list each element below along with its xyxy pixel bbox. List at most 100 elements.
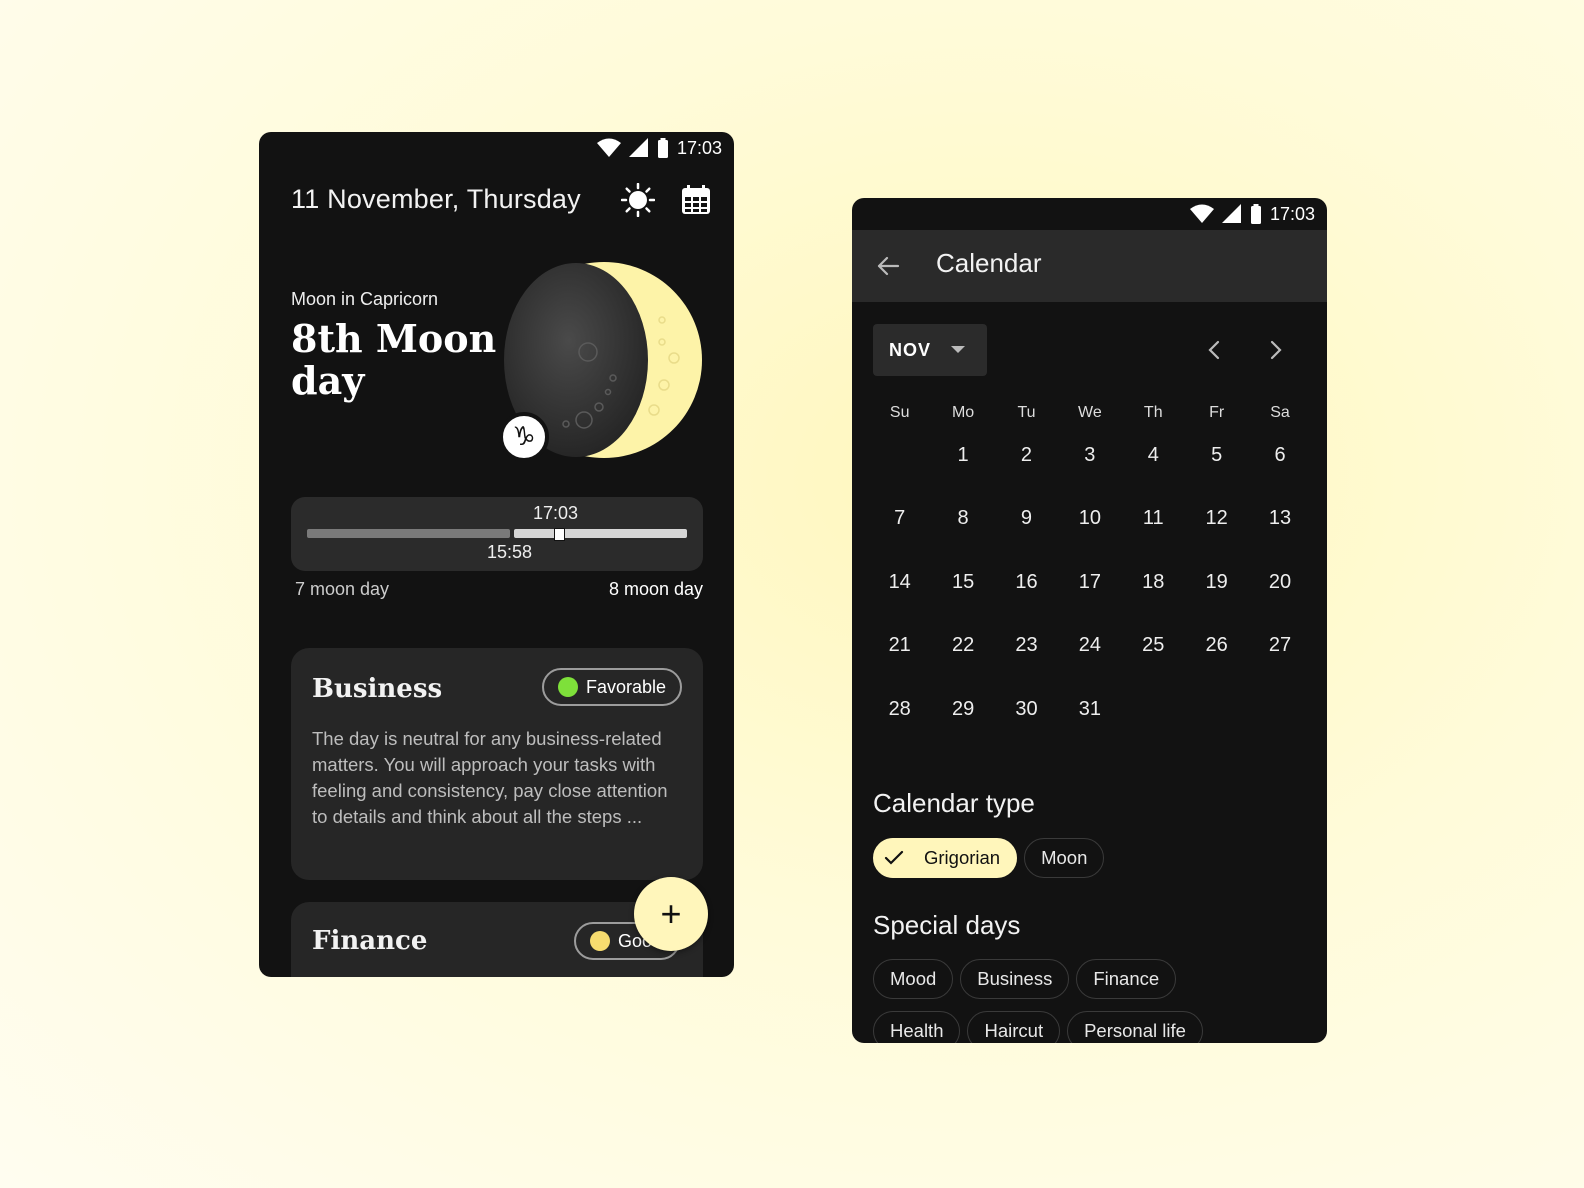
- status-bar: 17:03: [1189, 198, 1327, 230]
- day-cell[interactable]: 17: [1058, 567, 1121, 630]
- day-cell[interactable]: 27: [1248, 630, 1311, 693]
- day-cell[interactable]: 30: [995, 694, 1058, 757]
- chip-grigorian[interactable]: Grigorian: [873, 838, 1018, 878]
- day-cell[interactable]: 29: [931, 694, 994, 757]
- day-cell[interactable]: 4: [1122, 440, 1185, 503]
- day-cell[interactable]: 3: [1058, 440, 1121, 503]
- day-cell[interactable]: 28: [868, 694, 931, 757]
- moon-day-screen: 17:03 11 November, Thursday Moon in Capr…: [259, 132, 734, 977]
- calendar-grid: Su Mo Tu We Th Fr Sa 1 2 3 4 5 6 7 8 9 10 11 12 13 14 15 16 17 1…: [868, 404, 1312, 757]
- theme-toggle-button[interactable]: [620, 182, 656, 218]
- special-days-heading: Special days: [873, 910, 1021, 940]
- chip-label: Grigorian: [924, 847, 1001, 868]
- day-cell[interactable]: 6: [1248, 440, 1311, 503]
- day-cell[interactable]: 19: [1185, 567, 1248, 630]
- back-button[interactable]: [870, 248, 906, 284]
- timeline-start-time: 15:58: [487, 542, 533, 562]
- day-cell[interactable]: 8: [931, 503, 994, 566]
- status-bar: 17:03: [596, 132, 734, 164]
- day-cell[interactable]: 25: [1122, 630, 1185, 693]
- page-title: Calendar: [936, 248, 1042, 278]
- status-badge: Favorable: [541, 668, 682, 706]
- caret-down-icon: [951, 346, 966, 353]
- day-cell[interactable]: 18: [1122, 567, 1185, 630]
- timeline-current-time: 17:03: [533, 503, 579, 523]
- chip-label: Health: [890, 1020, 944, 1041]
- day-cell[interactable]: 13: [1248, 503, 1311, 566]
- next-month-button[interactable]: [1258, 332, 1294, 368]
- calendar-screen: 17:03 Calendar NOV Su Mo Tu We Th Fr Sa 1 2 3 4 5 6 7…: [852, 198, 1327, 1043]
- day-cell[interactable]: 22: [931, 630, 994, 693]
- moon-day-title: 8th Moon day: [291, 316, 497, 403]
- wifi-icon: [1189, 204, 1214, 223]
- moon-sign-label: Moon in Capricorn: [291, 289, 439, 309]
- day-cell[interactable]: 15: [931, 567, 994, 630]
- chip-label: Business: [977, 968, 1053, 989]
- arrow-left-icon: [877, 256, 900, 276]
- chevron-right-icon: [1270, 340, 1282, 360]
- zodiac-glyph: ♑: [512, 422, 536, 452]
- day-cell[interactable]: 12: [1185, 503, 1248, 566]
- calendar-type-chips: Grigorian Moon: [873, 838, 1105, 878]
- add-button[interactable]: +: [634, 877, 708, 951]
- day-cell[interactable]: 31: [1058, 694, 1121, 757]
- chip-business[interactable]: Business: [960, 959, 1070, 999]
- special-days-chips-row-2: Health Haircut Personal life: [873, 1011, 1203, 1043]
- moon-day-timeline: 17:03 15:58: [291, 497, 703, 571]
- chip-mood[interactable]: Mood: [873, 959, 954, 999]
- chip-finance[interactable]: Finance: [1076, 959, 1177, 999]
- prev-moon-day-label: 7 moon day: [295, 579, 390, 599]
- signal-icon: [1221, 204, 1241, 223]
- weekday-header: Tu: [1017, 404, 1036, 421]
- weekday-header: Fr: [1209, 404, 1225, 421]
- day-cell[interactable]: 11: [1122, 503, 1185, 566]
- empty-day-cell: [868, 440, 931, 503]
- chip-haircut[interactable]: Haircut: [967, 1011, 1061, 1043]
- day-cell[interactable]: 26: [1185, 630, 1248, 693]
- weekday-header: Sa: [1270, 404, 1290, 421]
- chevron-left-icon: [1208, 340, 1220, 360]
- chip-moon[interactable]: Moon: [1024, 838, 1105, 878]
- chip-label: Mood: [890, 968, 937, 989]
- day-cell[interactable]: 16: [995, 567, 1058, 630]
- day-cell[interactable]: 14: [868, 567, 931, 630]
- status-time: 17:03: [1269, 203, 1315, 224]
- day-cell[interactable]: 20: [1248, 567, 1311, 630]
- sun-icon: [621, 183, 655, 217]
- capricorn-sign-icon: ♑: [499, 412, 549, 462]
- day-cell[interactable]: 2: [995, 440, 1058, 503]
- timeline-past-bar: [307, 529, 510, 538]
- battery-icon: [657, 138, 668, 158]
- chip-health[interactable]: Health: [873, 1011, 961, 1043]
- day-cell[interactable]: 24: [1058, 630, 1121, 693]
- good-dot-icon: [590, 931, 610, 951]
- day-cell[interactable]: 9: [995, 503, 1058, 566]
- card-title: Finance: [312, 926, 428, 956]
- timeline-current-bar: [514, 529, 687, 538]
- chip-personal-life[interactable]: Personal life: [1067, 1011, 1203, 1043]
- calendar-button[interactable]: [678, 182, 714, 218]
- business-card[interactable]: Business Favorable The day is neutral fo…: [291, 648, 703, 880]
- day-cell[interactable]: 1: [931, 440, 994, 503]
- day-cell[interactable]: 5: [1185, 440, 1248, 503]
- wifi-icon: [596, 138, 621, 157]
- chip-label: Moon: [1041, 847, 1088, 868]
- date-title: 11 November, Thursday: [291, 184, 581, 214]
- plus-icon: +: [660, 893, 682, 934]
- chip-label: Finance: [1093, 968, 1160, 989]
- chip-label: Haircut: [984, 1020, 1044, 1041]
- favorable-dot-icon: [557, 677, 578, 697]
- day-cell[interactable]: 7: [868, 503, 931, 566]
- battery-icon: [1250, 204, 1261, 224]
- day-cell[interactable]: 23: [995, 630, 1058, 693]
- card-title: Business: [312, 674, 443, 704]
- app-bar: Calendar: [852, 230, 1327, 302]
- day-cell[interactable]: 21: [868, 630, 931, 693]
- month-label: NOV: [889, 339, 932, 360]
- prev-month-button[interactable]: [1196, 332, 1232, 368]
- calendar-icon: [682, 185, 710, 214]
- chip-label: Personal life: [1084, 1020, 1186, 1041]
- day-cell[interactable]: 10: [1058, 503, 1121, 566]
- weekday-header: Th: [1143, 404, 1163, 421]
- month-selector[interactable]: NOV: [873, 324, 987, 376]
